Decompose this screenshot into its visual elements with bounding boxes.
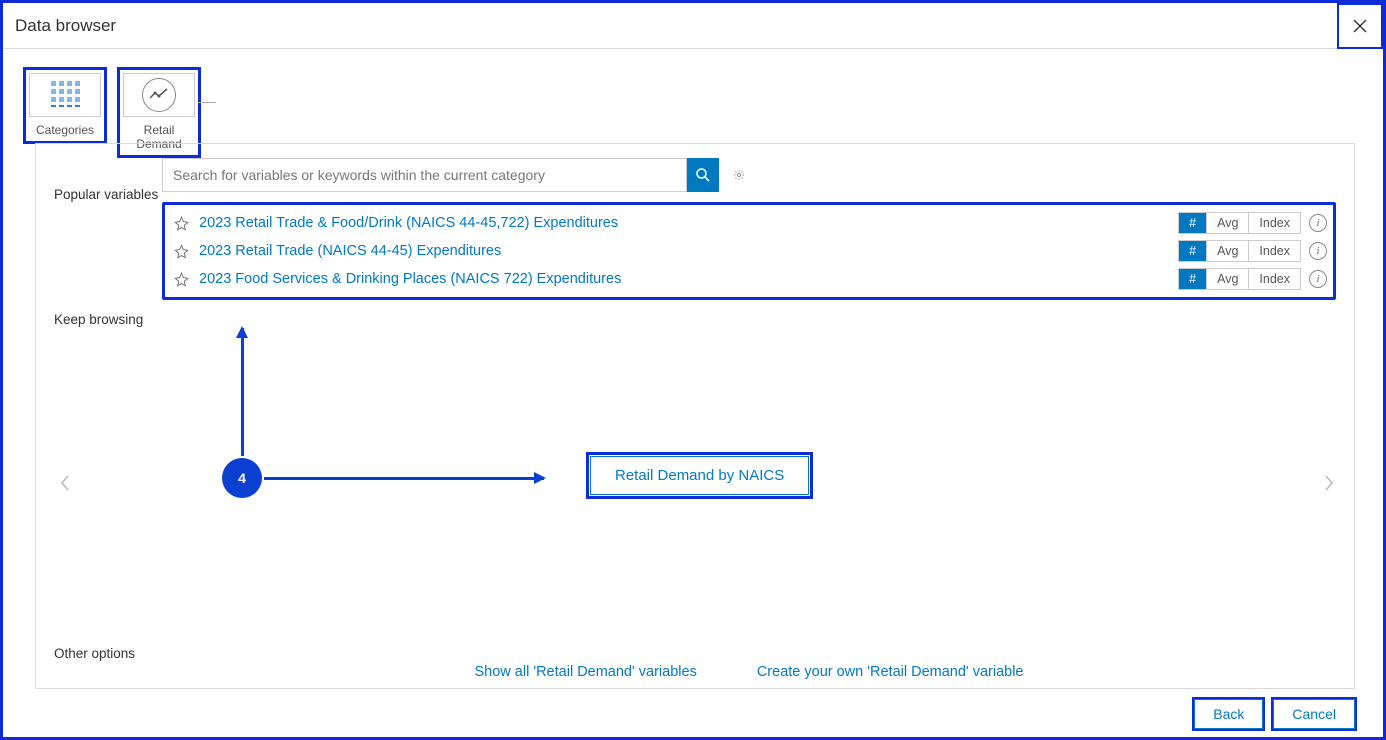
keep-browsing-area: Retail Demand by NAICS 4 <box>162 310 1336 630</box>
breadcrumb-bar: Categories Retail Demand <box>3 49 1383 158</box>
favorite-star[interactable] <box>171 241 191 261</box>
window-title: Data browser <box>15 16 116 36</box>
settings-button[interactable] <box>727 163 751 187</box>
grid-icon <box>51 81 80 110</box>
chevron-left-icon <box>60 475 70 491</box>
search-input[interactable] <box>162 158 687 192</box>
star-icon <box>174 216 189 231</box>
create-variable-link[interactable]: Create your own 'Retail Demand' variable <box>757 664 1024 680</box>
variable-link[interactable]: 2023 Retail Trade (NAICS 44-45) Expendit… <box>199 243 1178 259</box>
favorite-star[interactable] <box>171 269 191 289</box>
variable-link[interactable]: 2023 Retail Trade & Food/Drink (NAICS 44… <box>199 215 1178 231</box>
chart-icon <box>142 78 176 112</box>
pill-count[interactable]: # <box>1179 269 1206 289</box>
pill-index[interactable]: Index <box>1248 269 1300 289</box>
carousel-prev[interactable] <box>54 472 76 494</box>
data-browser-window: Data browser Categories Retail D <box>0 0 1386 740</box>
gear-icon <box>733 166 745 184</box>
other-options-label: Other options <box>54 646 162 661</box>
star-icon <box>174 244 189 259</box>
crumb-categories[interactable]: Categories <box>23 67 107 144</box>
pill-index[interactable]: Index <box>1248 241 1300 261</box>
titlebar: Data browser <box>3 3 1383 49</box>
variable-row: 2023 Retail Trade (NAICS 44-45) Expendit… <box>171 237 1327 265</box>
star-icon <box>174 272 189 287</box>
keep-browsing-label: Keep browsing <box>54 310 162 630</box>
breadcrumb-connector <box>198 102 216 103</box>
variable-row: 2023 Retail Trade & Food/Drink (NAICS 44… <box>171 209 1327 237</box>
favorite-star[interactable] <box>171 213 191 233</box>
close-icon <box>1352 18 1368 34</box>
subcategory-card-retail-naics[interactable]: Retail Demand by NAICS <box>590 456 809 495</box>
info-icon[interactable]: i <box>1309 242 1327 260</box>
annotation-bubble: 4 <box>222 458 262 498</box>
variable-format-toggle: # Avg Index <box>1178 212 1301 234</box>
search-icon <box>695 167 711 183</box>
main-panel: Popular variables <box>35 143 1355 689</box>
carousel-next[interactable] <box>1318 472 1340 494</box>
variable-row: 2023 Food Services & Drinking Places (NA… <box>171 265 1327 293</box>
chevron-right-icon <box>1324 475 1334 491</box>
cancel-button[interactable]: Cancel <box>1273 699 1355 729</box>
variable-link[interactable]: 2023 Food Services & Drinking Places (NA… <box>199 271 1178 287</box>
search-button[interactable] <box>687 158 719 192</box>
pill-count[interactable]: # <box>1179 241 1206 261</box>
pill-avg[interactable]: Avg <box>1206 269 1248 289</box>
close-button[interactable] <box>1337 3 1383 49</box>
pill-index[interactable]: Index <box>1248 213 1300 233</box>
crumb-categories-label: Categories <box>26 120 104 141</box>
annotation-arrow-up <box>241 328 244 456</box>
popular-vars-label: Popular variables <box>54 158 162 300</box>
popular-variables-list: 2023 Retail Trade & Food/Drink (NAICS 44… <box>162 202 1336 300</box>
pill-avg[interactable]: Avg <box>1206 241 1248 261</box>
show-all-link[interactable]: Show all 'Retail Demand' variables <box>474 664 696 680</box>
pill-avg[interactable]: Avg <box>1206 213 1248 233</box>
dialog-footer: Back Cancel <box>1194 699 1355 729</box>
back-button[interactable]: Back <box>1194 699 1263 729</box>
pill-count[interactable]: # <box>1179 213 1206 233</box>
variable-format-toggle: # Avg Index <box>1178 268 1301 290</box>
other-options-row: Other options Show all 'Retail Demand' v… <box>54 646 1336 680</box>
info-icon[interactable]: i <box>1309 214 1327 232</box>
info-icon[interactable]: i <box>1309 270 1327 288</box>
annotation-arrow-right <box>264 477 544 480</box>
variable-format-toggle: # Avg Index <box>1178 240 1301 262</box>
